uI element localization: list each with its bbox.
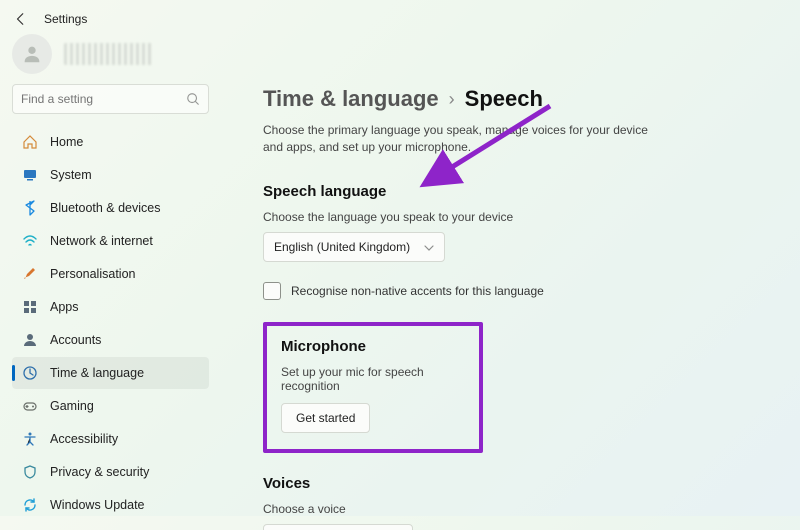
globe-clock-icon	[22, 365, 38, 381]
voices-heading: Voices	[263, 475, 776, 492]
breadcrumb-parent[interactable]: Time & language	[263, 86, 439, 112]
sidebar: Home System Bluetooth & devices Network …	[0, 84, 215, 530]
home-icon	[22, 134, 38, 150]
page-intro: Choose the primary language you speak, m…	[263, 122, 663, 157]
non-native-accents-checkbox[interactable]	[263, 282, 281, 300]
sidebar-item-label: Time & language	[50, 366, 144, 380]
speech-language-sub: Choose the language you speak to your de…	[263, 210, 776, 224]
choose-voice-label: Choose a voice	[263, 502, 776, 516]
avatar[interactable]	[12, 34, 52, 74]
sidebar-item-label: Gaming	[50, 399, 94, 413]
wifi-icon	[22, 233, 38, 249]
update-icon	[22, 497, 38, 513]
sidebar-item-label: Personalisation	[50, 267, 135, 281]
bluetooth-icon	[22, 200, 38, 216]
sidebar-item-time-language[interactable]: Time & language	[12, 357, 209, 389]
breadcrumb: Time & language › Speech	[263, 86, 776, 112]
get-started-button[interactable]: Get started	[281, 403, 370, 433]
sidebar-item-label: Accessibility	[50, 432, 118, 446]
voice-dropdown[interactable]: Microsoft George	[263, 524, 413, 530]
sidebar-item-system[interactable]: System	[12, 159, 209, 191]
shield-icon	[22, 464, 38, 480]
sidebar-item-label: Network & internet	[50, 234, 153, 248]
chevron-down-icon	[424, 242, 434, 252]
system-icon	[22, 167, 38, 183]
search-box[interactable]	[12, 84, 209, 114]
back-button[interactable]	[14, 12, 28, 26]
search-input[interactable]	[21, 92, 186, 106]
sidebar-item-bluetooth[interactable]: Bluetooth & devices	[12, 192, 209, 224]
sidebar-item-label: System	[50, 168, 92, 182]
sidebar-item-label: Bluetooth & devices	[50, 201, 161, 215]
page-title: Speech	[465, 86, 543, 112]
account-name-redacted	[64, 43, 154, 65]
sidebar-item-gaming[interactable]: Gaming	[12, 390, 209, 422]
apps-icon	[22, 299, 38, 315]
sidebar-item-label: Windows Update	[50, 498, 145, 512]
chevron-right-icon: ›	[449, 89, 455, 110]
speech-language-selected: English (United Kingdom)	[274, 240, 410, 254]
microphone-section-highlighted: Microphone Set up your mic for speech re…	[263, 322, 483, 453]
speech-language-heading: Speech language	[263, 183, 776, 200]
sidebar-item-network[interactable]: Network & internet	[12, 225, 209, 257]
sidebar-item-accessibility[interactable]: Accessibility	[12, 423, 209, 455]
sidebar-item-label: Apps	[50, 300, 79, 314]
person-icon	[22, 332, 38, 348]
sidebar-item-label: Home	[50, 135, 83, 149]
search-icon	[186, 92, 200, 106]
accessibility-icon	[22, 431, 38, 447]
sidebar-item-home[interactable]: Home	[12, 126, 209, 158]
speech-language-dropdown[interactable]: English (United Kingdom)	[263, 232, 445, 262]
non-native-accents-label: Recognise non-native accents for this la…	[291, 284, 544, 298]
microphone-heading: Microphone	[281, 338, 465, 355]
brush-icon	[22, 266, 38, 282]
microphone-sub: Set up your mic for speech recognition	[281, 365, 465, 393]
sidebar-item-personalisation[interactable]: Personalisation	[12, 258, 209, 290]
gaming-icon	[22, 398, 38, 414]
sidebar-item-accounts[interactable]: Accounts	[12, 324, 209, 356]
sidebar-item-label: Accounts	[50, 333, 101, 347]
main-content: Time & language › Speech Choose the prim…	[215, 84, 800, 530]
app-title: Settings	[44, 12, 87, 26]
sidebar-item-privacy[interactable]: Privacy & security	[12, 456, 209, 488]
sidebar-item-windows-update[interactable]: Windows Update	[12, 489, 209, 521]
sidebar-item-apps[interactable]: Apps	[12, 291, 209, 323]
sidebar-item-label: Privacy & security	[50, 465, 149, 479]
